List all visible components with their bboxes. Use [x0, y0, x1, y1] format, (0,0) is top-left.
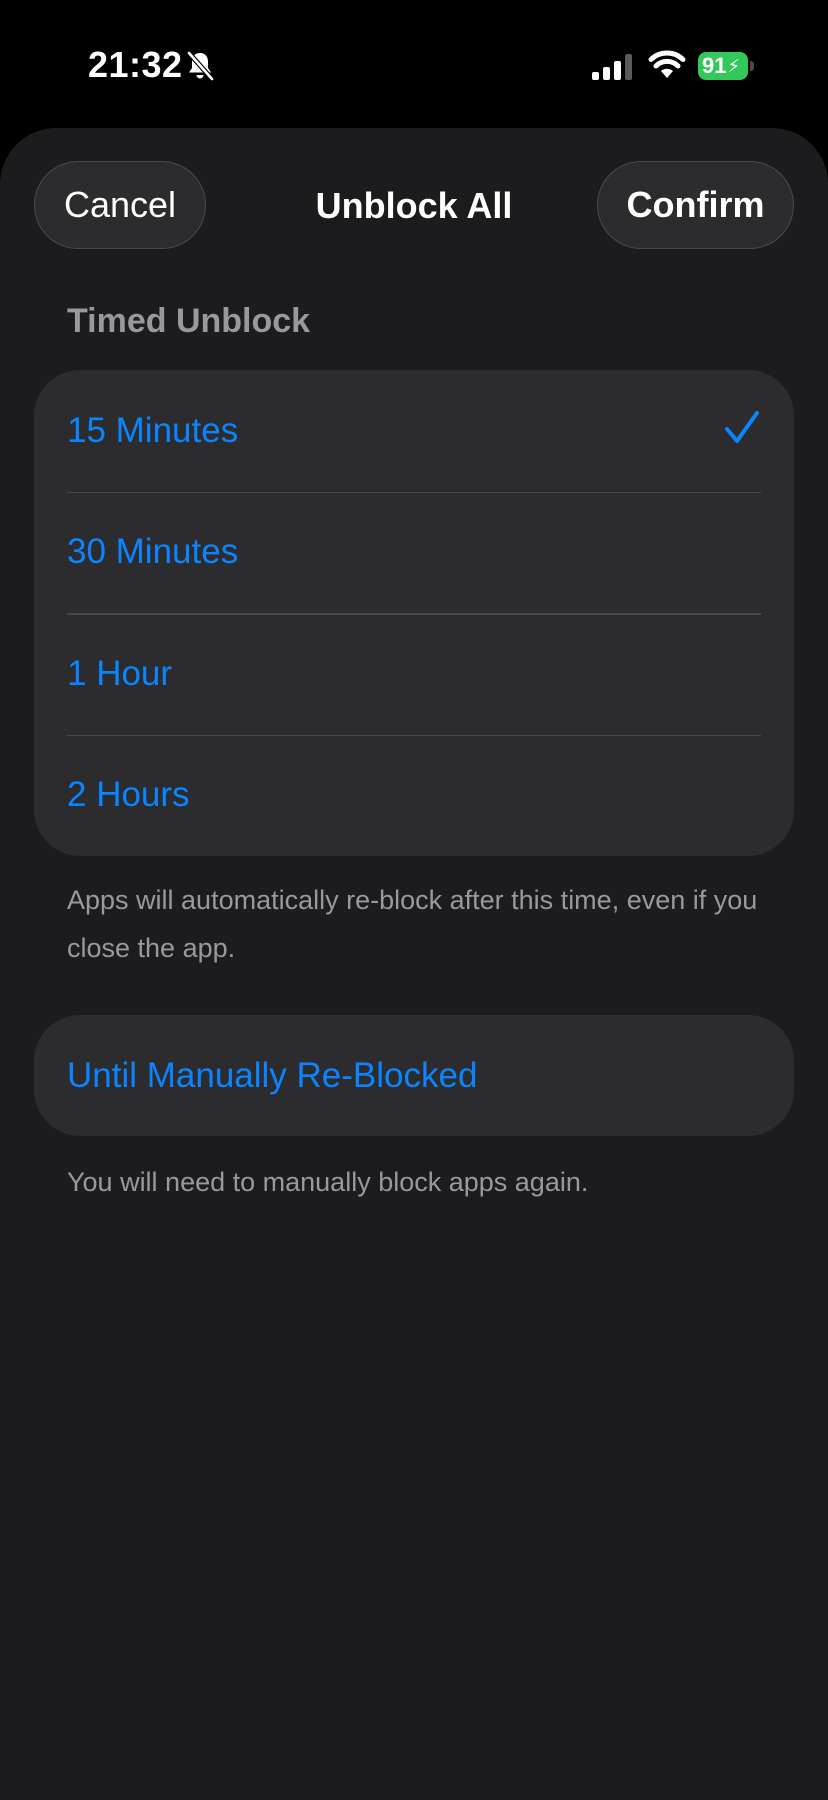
- unblock-sheet: Cancel Unblock All Confirm Timed Unblock…: [0, 128, 828, 1800]
- wifi-icon: [648, 50, 686, 78]
- option-label: 1 Hour: [67, 653, 173, 693]
- checkmark-icon: [725, 411, 759, 443]
- battery-charging-icon: 91 ⚡: [698, 52, 754, 80]
- option-1-hour[interactable]: 1 Hour: [34, 613, 794, 735]
- battery-cap: [750, 61, 754, 71]
- confirm-button[interactable]: Confirm: [597, 161, 794, 249]
- manual-unblock-footnote: You will need to manually block apps aga…: [67, 1167, 589, 1197]
- bell-slash-icon: [187, 51, 214, 81]
- option-until-manually-reblocked[interactable]: Until Manually Re-Blocked: [34, 1015, 794, 1136]
- battery-body: 91 ⚡: [698, 52, 748, 80]
- option-15-minutes[interactable]: 15 Minutes: [34, 370, 794, 492]
- battery-level: 91: [702, 53, 727, 78]
- option-label: Until Manually Re-Blocked: [67, 1055, 478, 1095]
- status-time: 21:32: [88, 44, 183, 85]
- option-30-minutes[interactable]: 30 Minutes: [34, 491, 794, 614]
- option-label: 2 Hours: [67, 775, 190, 815]
- status-bar: 21:32 91 ⚡: [0, 0, 828, 128]
- option-label: 30 Minutes: [67, 532, 239, 572]
- manual-unblock-group: Until Manually Re-Blocked: [34, 1015, 794, 1136]
- section-header-timed-unblock: Timed Unblock: [67, 302, 311, 340]
- option-2-hours[interactable]: 2 Hours: [34, 734, 794, 857]
- timed-unblock-footnote: Apps will automatically re-block after t…: [67, 885, 758, 963]
- cellular-signal-icon: [592, 54, 632, 80]
- option-label: 15 Minutes: [67, 410, 239, 450]
- timed-unblock-options: 15 Minutes 30 Minutes 1 Hour 2 Hours: [34, 370, 794, 856]
